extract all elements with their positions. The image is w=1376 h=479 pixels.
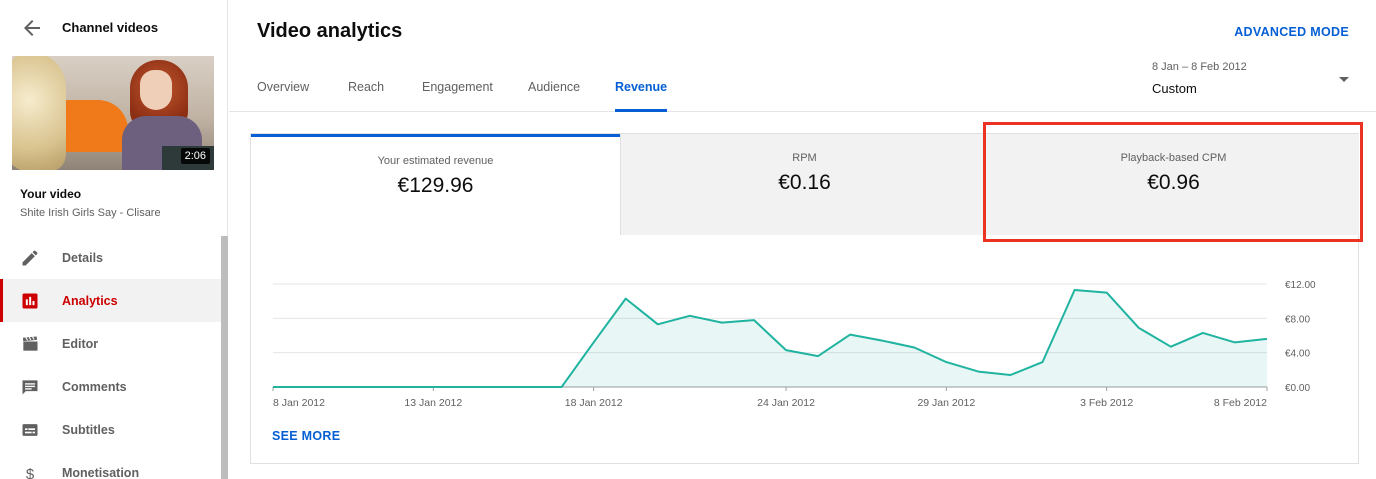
sidebar-item-comments[interactable]: Comments (0, 365, 222, 408)
sidebar-item-editor[interactable]: Editor (0, 322, 222, 365)
sidebar-item-label: Details (62, 251, 103, 265)
tab-overview[interactable]: Overview (257, 80, 309, 112)
tab-engagement[interactable]: Engagement (422, 80, 493, 112)
tab-audience[interactable]: Audience (528, 80, 580, 112)
metric-value: €0.16 (778, 171, 831, 194)
tab-revenue[interactable]: Revenue (615, 80, 668, 112)
metric-tab-estimated-revenue[interactable]: Your estimated revenue €129.96 (251, 134, 620, 235)
advanced-mode-button[interactable]: ADVANCED MODE (1234, 25, 1349, 39)
sidebar-item-details[interactable]: Details (0, 236, 222, 279)
sidebar-item-label: Subtitles (62, 423, 115, 437)
sidebar-item-label: Analytics (62, 294, 118, 308)
sidebar-nav: Details Analytics Editor Comments Subtit… (0, 236, 222, 479)
back-arrow-icon[interactable] (20, 16, 44, 40)
channel-videos-link[interactable]: Channel videos (62, 20, 158, 35)
sidebar-scrollbar[interactable] (221, 236, 228, 479)
back-row[interactable]: Channel videos (0, 0, 228, 56)
analytics-icon (22, 293, 38, 309)
duration-badge: 2:06 (180, 148, 210, 164)
your-video-label: Your video (20, 187, 82, 201)
comment-icon (22, 380, 38, 395)
svg-text:$: $ (26, 466, 35, 479)
clapperboard-icon (22, 336, 38, 351)
metric-tab-rpm[interactable]: RPM €0.16 (620, 134, 988, 235)
sidebar-item-monetisation[interactable]: $ Monetisation (0, 451, 222, 479)
metric-label: Your estimated revenue (377, 155, 494, 167)
video-thumbnail[interactable]: 2:06 (12, 56, 214, 170)
metric-value: €129.96 (397, 174, 474, 197)
see-more-button[interactable]: SEE MORE (272, 429, 340, 443)
sidebar-item-label: Comments (62, 380, 127, 394)
highlight-box (983, 122, 1363, 242)
page-title: Video analytics (257, 20, 403, 42)
tab-reach[interactable]: Reach (348, 80, 384, 112)
dollar-icon: $ (26, 466, 35, 479)
sidebar-item-subtitles[interactable]: Subtitles (0, 408, 222, 451)
sidebar-item-label: Monetisation (62, 466, 140, 479)
pencil-icon (22, 250, 38, 266)
sidebar: Channel videos 2:06 Your video Shite Iri… (0, 0, 228, 479)
sidebar-item-label: Editor (62, 337, 99, 351)
chevron-down-icon[interactable] (1337, 74, 1351, 84)
sidebar-item-analytics[interactable]: Analytics (0, 279, 222, 322)
date-preset-select[interactable]: Custom (1152, 81, 1197, 96)
subtitles-icon (22, 424, 38, 436)
date-range-text[interactable]: 8 Jan – 8 Feb 2012 (1152, 61, 1247, 73)
metric-label: RPM (792, 152, 817, 164)
analytics-header: Video analytics ADVANCED MODE Overview R… (229, 0, 1376, 112)
video-title: Shite Irish Girls Say - Clisare (20, 207, 161, 219)
